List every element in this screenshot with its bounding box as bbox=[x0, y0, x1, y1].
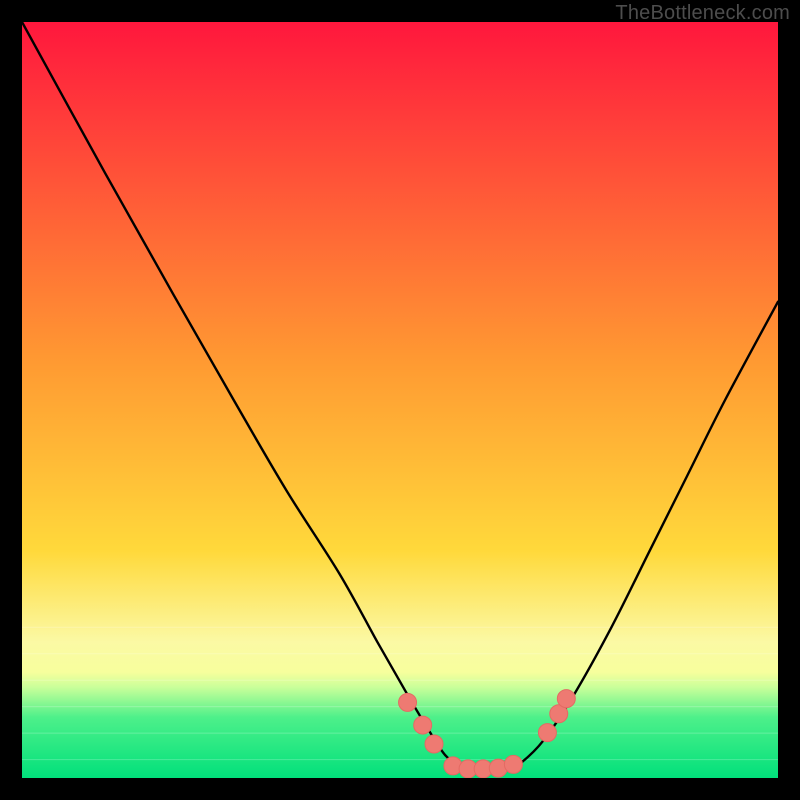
data-marker bbox=[425, 735, 443, 753]
grid-band bbox=[22, 627, 778, 628]
bottleneck-chart bbox=[22, 22, 778, 778]
data-marker bbox=[557, 690, 575, 708]
data-marker bbox=[414, 716, 432, 734]
grid-band bbox=[22, 759, 778, 760]
chart-frame: TheBottleneck.com bbox=[0, 0, 800, 800]
data-marker bbox=[399, 693, 417, 711]
gradient-background bbox=[22, 22, 778, 778]
grid-band bbox=[22, 733, 778, 734]
grid-band bbox=[22, 653, 778, 654]
data-marker bbox=[504, 755, 522, 773]
plot-area bbox=[22, 22, 778, 778]
data-marker bbox=[538, 724, 556, 742]
